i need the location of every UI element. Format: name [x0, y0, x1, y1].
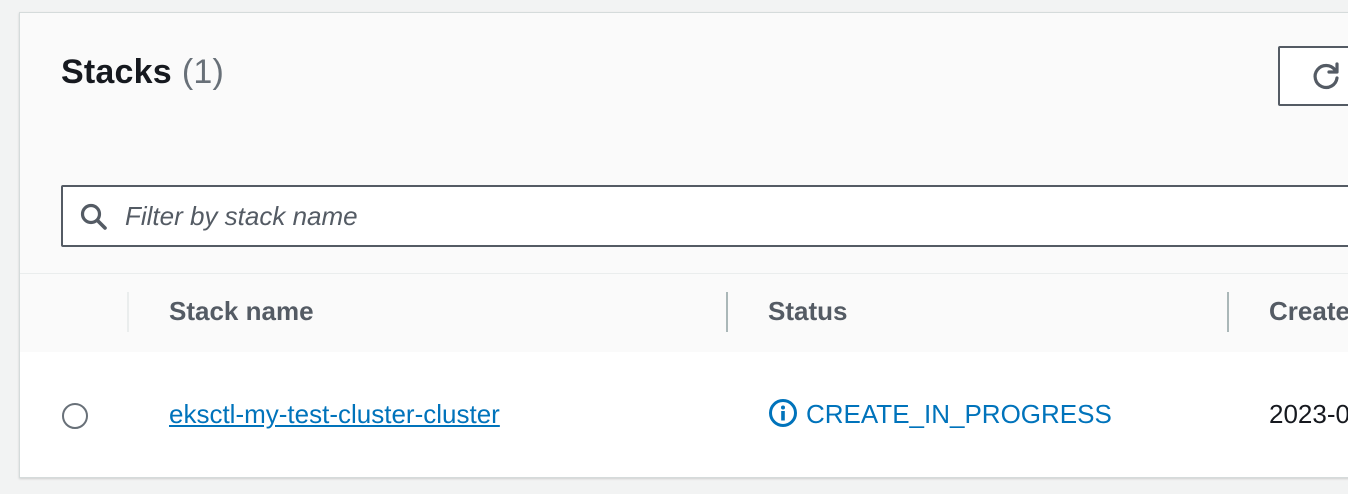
search-box: [61, 185, 1348, 247]
column-header-created[interactable]: Create: [1269, 296, 1348, 327]
column-resize-handle[interactable]: [726, 292, 728, 332]
stack-name-link[interactable]: eksctl-my-test-cluster-cluster: [169, 399, 500, 430]
created-time: 2023-0: [1269, 399, 1348, 429]
refresh-icon: [1313, 62, 1339, 90]
column-header-stack-name[interactable]: Stack name: [169, 296, 314, 327]
info-icon: [769, 399, 797, 427]
table-row: eksctl-my-test-cluster-cluster CREATE_IN…: [20, 352, 1348, 477]
status-cell: CREATE_IN_PROGRESS: [768, 398, 1112, 430]
search-input[interactable]: [125, 195, 1325, 237]
page-title-text: Stacks: [61, 53, 172, 91]
stack-count: (1): [181, 53, 224, 91]
page-title: Stacks (1): [61, 53, 224, 92]
column-divider: [127, 292, 129, 332]
stacks-panel: Stacks(1) Stack name Status Create eksct…: [19, 12, 1348, 478]
refresh-button[interactable]: [1278, 46, 1348, 106]
column-resize-handle[interactable]: [1227, 292, 1229, 332]
search-icon: [80, 203, 107, 230]
status-text: CREATE_IN_PROGRESS: [806, 399, 1112, 429]
table-header: Stack name Status Create: [20, 273, 1348, 353]
column-header-status[interactable]: Status: [768, 296, 847, 327]
row-select-radio[interactable]: [62, 403, 88, 429]
